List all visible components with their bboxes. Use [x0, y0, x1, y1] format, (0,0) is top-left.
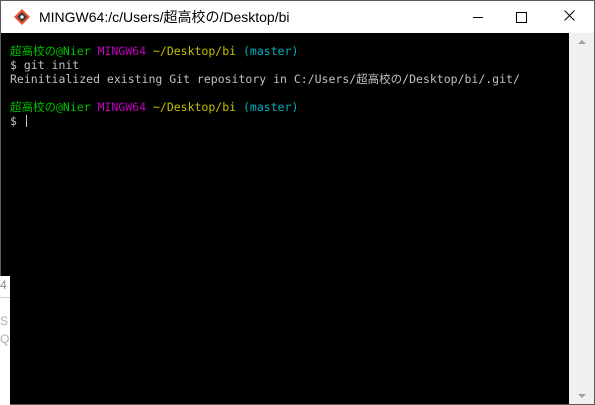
minimize-icon [473, 16, 483, 18]
prompt-branch: (master) [243, 44, 299, 58]
close-button[interactable] [546, 1, 592, 33]
title-bar[interactable]: MINGW64:/c/Users/超高校の/Desktop/bi [1, 1, 594, 33]
prompt-line: 超高校の@Nier MINGW64 ~/Desktop/bi (master) [10, 100, 569, 114]
background-text: S [0, 314, 9, 328]
command-output: Reinitialized existing Git repository in… [10, 72, 520, 86]
input-line[interactable]: $ [10, 114, 569, 128]
terminal-window: MINGW64:/c/Users/超高校の/Desktop/bi 超高校の@Ni… [0, 0, 595, 405]
chevron-up-icon [577, 39, 586, 44]
command-line: $ git init [10, 58, 80, 72]
prompt-path: ~/Desktop/bi [152, 44, 237, 58]
prompt-branch: (master) [243, 100, 299, 114]
prompt-path: ~/Desktop/bi [152, 100, 237, 114]
scroll-down-button[interactable] [569, 387, 594, 404]
prompt-user-host: 超高校の@Nier [10, 44, 91, 58]
prompt-system: MINGW64 [97, 100, 147, 114]
input-prompt: $ [10, 114, 24, 128]
background-text: Q [0, 332, 10, 346]
vertical-scrollbar[interactable] [569, 33, 594, 404]
close-icon [563, 8, 575, 26]
maximize-icon [515, 11, 527, 23]
window-title: MINGW64:/c/Users/超高校の/Desktop/bi [39, 9, 290, 25]
divider [0, 297, 10, 298]
background-window-fragment: 4 S Q [0, 276, 10, 405]
scroll-up-button[interactable] [569, 33, 594, 50]
background-text: 4 [0, 278, 7, 292]
prompt-system: MINGW64 [97, 44, 147, 58]
minimize-button[interactable] [455, 1, 501, 33]
maximize-button[interactable] [498, 1, 544, 33]
prompt-user-host: 超高校の@Nier [10, 100, 91, 114]
text-cursor [25, 115, 27, 127]
chevron-down-icon [577, 393, 586, 398]
terminal-output[interactable]: 超高校の@Nier MINGW64 ~/Desktop/bi (master) … [2, 33, 569, 404]
prompt-line: 超高校の@Nier MINGW64 ~/Desktop/bi (master) [10, 44, 569, 58]
git-bash-icon [13, 8, 31, 26]
